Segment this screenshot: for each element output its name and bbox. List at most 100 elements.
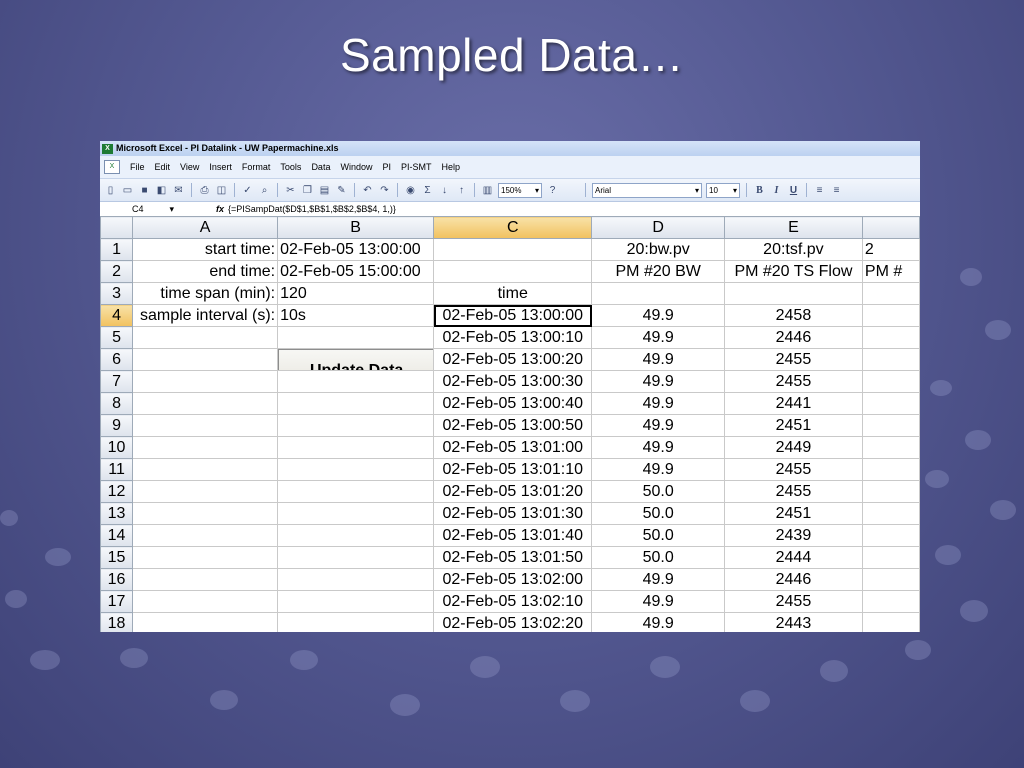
font-select[interactable]: Arial ▾ — [592, 182, 702, 198]
cell-b13[interactable] — [277, 502, 435, 525]
fx-icon[interactable]: fx — [180, 204, 228, 214]
row-header[interactable]: 6 — [100, 348, 134, 371]
cell-c13[interactable]: 02-Feb-05 13:01:30 — [433, 502, 593, 525]
cell-b7[interactable] — [277, 370, 435, 393]
row-header[interactable]: 14 — [100, 524, 134, 547]
update-data-button[interactable]: Update Data — [278, 349, 433, 370]
cell-d9[interactable]: 49.9 — [591, 414, 725, 437]
zoom-select[interactable]: 150% ▾ — [498, 182, 542, 198]
cell-d12[interactable]: 50.0 — [591, 480, 725, 503]
cell-a9[interactable] — [132, 414, 279, 437]
cell-b9[interactable] — [277, 414, 435, 437]
cell-e10[interactable]: 2449 — [723, 436, 863, 459]
cell-d13[interactable]: 50.0 — [591, 502, 725, 525]
menu-format[interactable]: Format — [242, 162, 271, 172]
column-header-c[interactable]: C — [433, 216, 593, 239]
menu-tools[interactable]: Tools — [280, 162, 301, 172]
column-header-f[interactable] — [861, 216, 920, 239]
cell-b17[interactable] — [277, 590, 435, 613]
cell-c11[interactable]: 02-Feb-05 13:01:10 — [433, 458, 593, 481]
cell-d18[interactable]: 49.9 — [591, 612, 725, 632]
cell-e12[interactable]: 2455 — [723, 480, 863, 503]
cell-f11[interactable] — [861, 458, 920, 481]
cell-c18[interactable]: 02-Feb-05 13:02:20 — [433, 612, 593, 632]
name-box[interactable]: C4 ▾ — [100, 204, 180, 215]
sort-descending-icon[interactable]: ↑ — [455, 184, 468, 197]
menu-file[interactable]: File — [130, 162, 145, 172]
cell-e15[interactable]: 2444 — [723, 546, 863, 569]
cell-f14[interactable] — [861, 524, 920, 547]
cell-a4[interactable]: sample interval (s): — [132, 304, 279, 327]
cell-f12[interactable] — [861, 480, 920, 503]
cell-a3[interactable]: time span (min): — [132, 282, 279, 305]
cell-f18[interactable] — [861, 612, 920, 632]
align-left-icon[interactable]: ≡ — [813, 184, 826, 197]
cell-c4[interactable]: 02-Feb-05 13:00:00 — [433, 304, 593, 327]
cell-d16[interactable]: 49.9 — [591, 568, 725, 591]
cell-f3[interactable] — [861, 282, 920, 305]
cell-d7[interactable]: 49.9 — [591, 370, 725, 393]
cell-b4[interactable]: 10s — [277, 304, 435, 327]
cell-a17[interactable] — [132, 590, 279, 613]
cell-a10[interactable] — [132, 436, 279, 459]
cell-a12[interactable] — [132, 480, 279, 503]
cell-f16[interactable] — [861, 568, 920, 591]
cell-e3[interactable] — [723, 282, 863, 305]
cell-c6[interactable]: 02-Feb-05 13:00:20 — [433, 348, 593, 371]
permission-icon[interactable]: ◧ — [155, 184, 168, 197]
cell-e11[interactable]: 2455 — [723, 458, 863, 481]
menu-insert[interactable]: Insert — [209, 162, 232, 172]
cell-b18[interactable] — [277, 612, 435, 632]
cell-c8[interactable]: 02-Feb-05 13:00:40 — [433, 392, 593, 415]
cell-f4[interactable] — [861, 304, 920, 327]
row-header[interactable]: 4 — [100, 304, 134, 327]
row-header[interactable]: 7 — [100, 370, 134, 393]
cell-e5[interactable]: 2446 — [723, 326, 863, 349]
cell-f6[interactable] — [861, 348, 920, 371]
cell-b5[interactable] — [277, 326, 435, 349]
cell-d1[interactable]: 20:bw.pv — [591, 238, 725, 261]
row-header[interactable]: 15 — [100, 546, 134, 569]
cell-a13[interactable] — [132, 502, 279, 525]
column-header-e[interactable]: E — [723, 216, 863, 239]
redo-icon[interactable]: ↷ — [378, 184, 391, 197]
column-header-b[interactable]: B — [277, 216, 435, 239]
cell-e16[interactable]: 2446 — [723, 568, 863, 591]
undo-icon[interactable]: ↶ — [361, 184, 374, 197]
cell-e8[interactable]: 2441 — [723, 392, 863, 415]
cell-e4[interactable]: 2458 — [723, 304, 863, 327]
cell-b3[interactable]: 120 — [277, 282, 435, 305]
row-header[interactable]: 18 — [100, 612, 134, 632]
cell-f7[interactable] — [861, 370, 920, 393]
font-size-select[interactable]: 10 ▾ — [706, 182, 740, 198]
cell-c9[interactable]: 02-Feb-05 13:00:50 — [433, 414, 593, 437]
autosum-icon[interactable]: Σ — [421, 184, 434, 197]
cell-e9[interactable]: 2451 — [723, 414, 863, 437]
cell-c12[interactable]: 02-Feb-05 13:01:20 — [433, 480, 593, 503]
cell-e14[interactable]: 2439 — [723, 524, 863, 547]
cell-d2[interactable]: PM #20 BW — [591, 260, 725, 283]
row-header[interactable]: 17 — [100, 590, 134, 613]
row-header[interactable]: 8 — [100, 392, 134, 415]
copy-icon[interactable]: ❐ — [301, 184, 314, 197]
cell-d11[interactable]: 49.9 — [591, 458, 725, 481]
cell-a14[interactable] — [132, 524, 279, 547]
paste-icon[interactable]: ▤ — [318, 184, 331, 197]
help-icon[interactable]: ? — [546, 184, 559, 197]
cell-c5[interactable]: 02-Feb-05 13:00:10 — [433, 326, 593, 349]
print-preview-icon[interactable]: ◫ — [215, 184, 228, 197]
bold-button[interactable]: B — [753, 184, 766, 197]
print-icon[interactable]: ⎙ — [198, 184, 211, 197]
format-painter-icon[interactable]: ✎ — [335, 184, 348, 197]
cell-a7[interactable] — [132, 370, 279, 393]
cut-icon[interactable]: ✂ — [284, 184, 297, 197]
row-header[interactable]: 2 — [100, 260, 134, 283]
cell-d17[interactable]: 49.9 — [591, 590, 725, 613]
row-header[interactable]: 12 — [100, 480, 134, 503]
cell-c15[interactable]: 02-Feb-05 13:01:50 — [433, 546, 593, 569]
row-header[interactable]: 5 — [100, 326, 134, 349]
cell-d8[interactable]: 49.9 — [591, 392, 725, 415]
cell-b11[interactable] — [277, 458, 435, 481]
menu-help[interactable]: Help — [441, 162, 460, 172]
cell-f8[interactable] — [861, 392, 920, 415]
